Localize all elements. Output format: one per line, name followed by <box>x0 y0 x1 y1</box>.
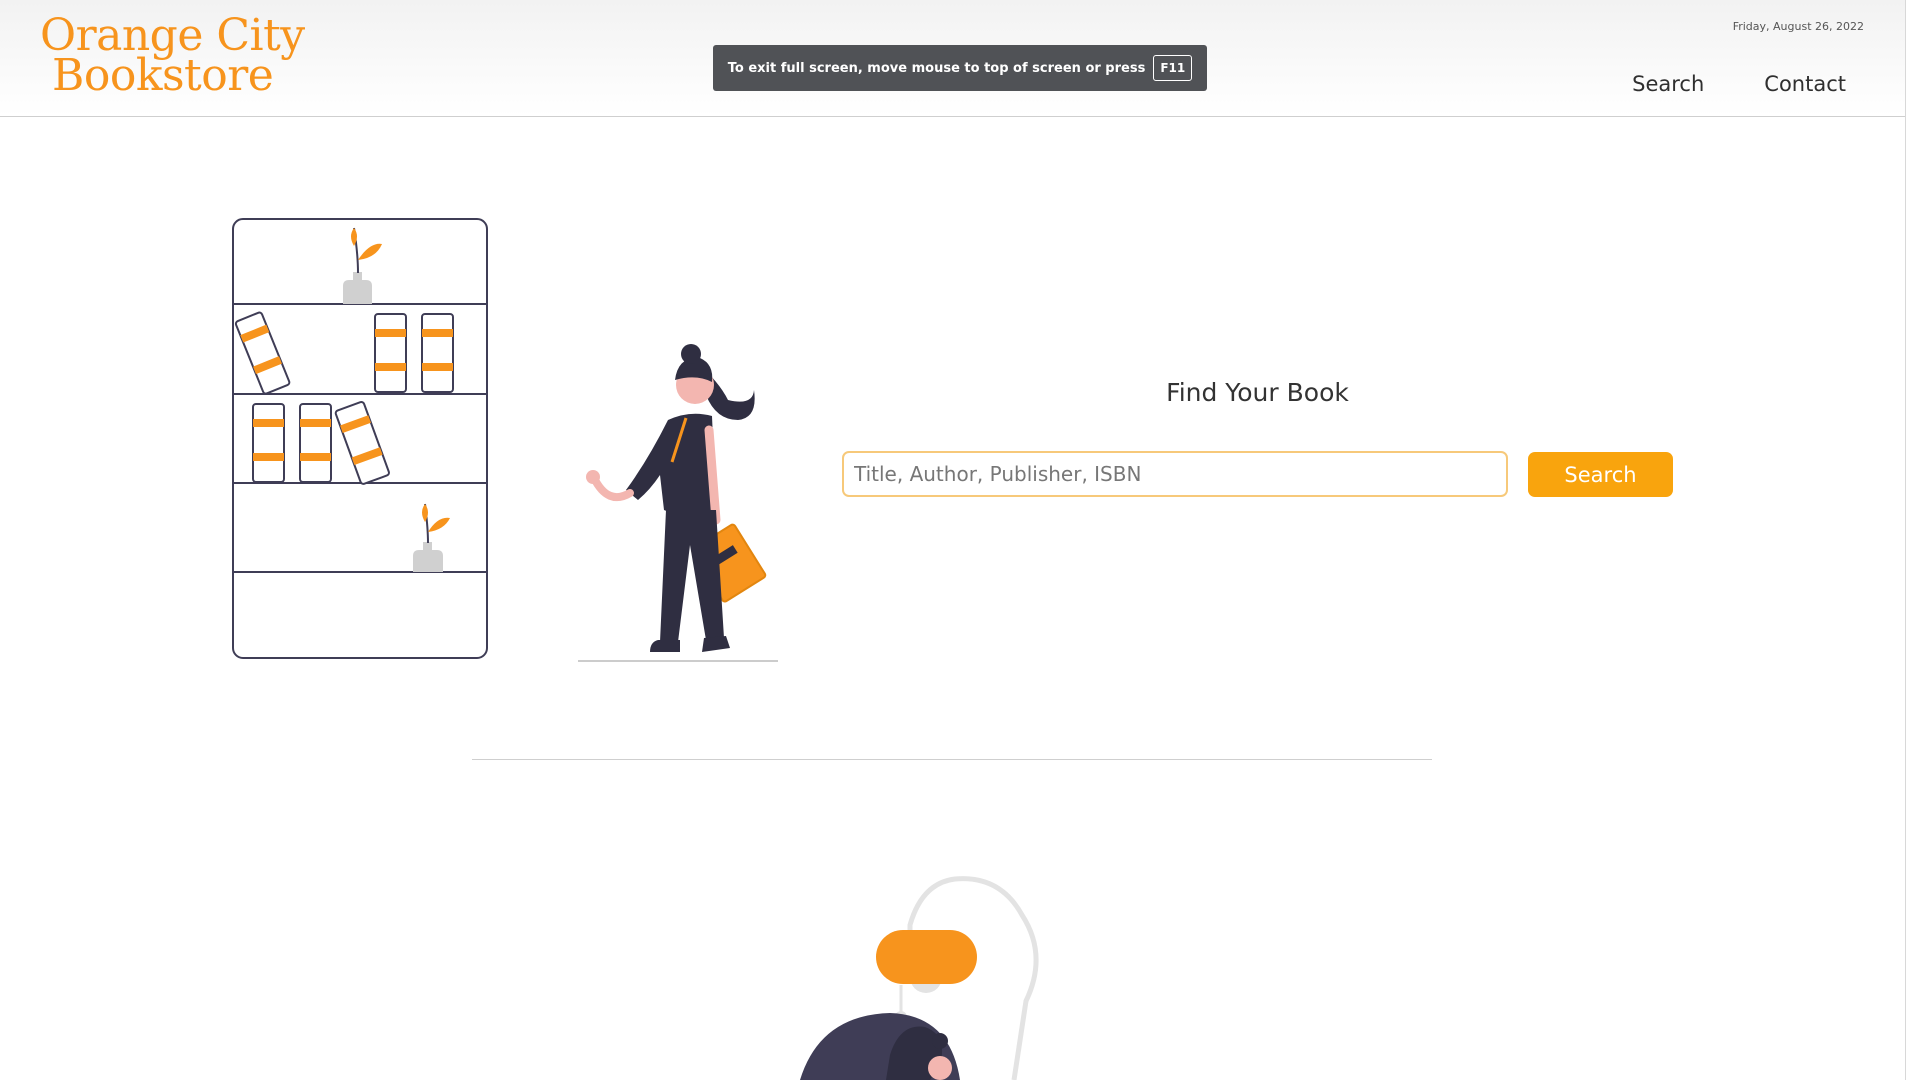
find-your-book-title: Find Your Book <box>1166 378 1349 407</box>
site-logo[interactable]: Orange City Bookstore <box>40 14 310 101</box>
woman-holding-book-illustration <box>578 344 778 662</box>
current-date: Friday, August 26, 2022 <box>1732 20 1864 33</box>
nav-search-link[interactable]: Search <box>1632 72 1704 96</box>
nav-contact-link[interactable]: Contact <box>1764 72 1846 96</box>
section-divider <box>472 759 1432 760</box>
book-search-input[interactable] <box>842 451 1508 497</box>
page: Orange City Bookstore To exit full scree… <box>0 0 1906 1080</box>
fullscreen-message: To exit full screen, move mouse to top o… <box>727 60 1146 76</box>
woman-with-lamp-illustration <box>800 876 1039 1080</box>
main-nav: Search Contact <box>1632 72 1846 96</box>
site-header: Orange City Bookstore To exit full scree… <box>0 0 1906 117</box>
f11-key-badge: F11 <box>1153 55 1193 81</box>
book-search-button[interactable]: Search <box>1528 452 1673 497</box>
fullscreen-exit-banner: To exit full screen, move mouse to top o… <box>713 45 1207 91</box>
logo-line-2: Bookstore <box>52 50 274 101</box>
bookshelf-illustration <box>232 218 488 659</box>
